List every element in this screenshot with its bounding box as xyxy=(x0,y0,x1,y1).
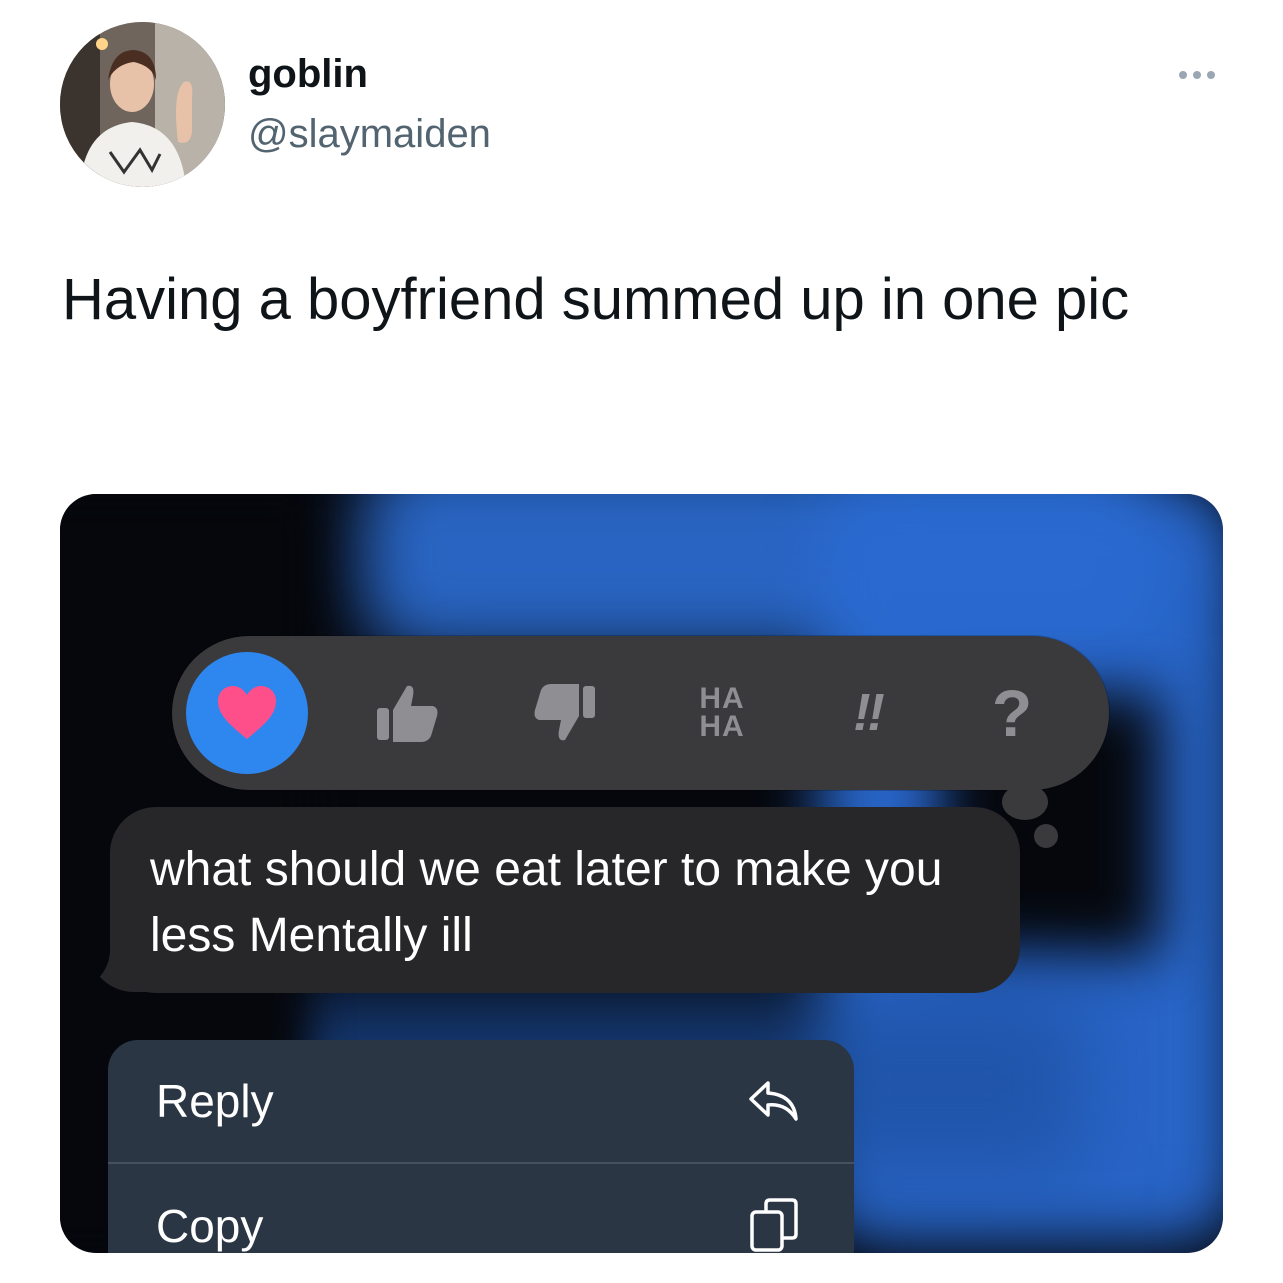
tweet-text: Having a boyfriend summed up in one pic xyxy=(62,267,1130,332)
heart-icon xyxy=(218,686,276,739)
profile-photo xyxy=(60,22,225,187)
haha-top-label: HA xyxy=(699,682,745,715)
tapback-bar: HA HA ‼ ? xyxy=(172,636,1109,790)
menu-item-label: Reply xyxy=(156,1075,274,1127)
tapback-like[interactable] xyxy=(368,676,448,750)
more-icon xyxy=(1179,71,1187,79)
user-handle[interactable]: @slaymaiden xyxy=(248,112,491,157)
avatar[interactable] xyxy=(60,22,225,187)
tapback-bubble-tail xyxy=(1002,784,1048,820)
reply-icon xyxy=(746,1073,802,1129)
tapback-question[interactable]: ? xyxy=(977,676,1047,750)
thumbs-down-icon xyxy=(534,684,595,741)
menu-item-reply[interactable]: Reply xyxy=(108,1040,854,1164)
display-name[interactable]: goblin xyxy=(248,52,368,97)
haha-bottom-label: HA xyxy=(699,710,745,743)
message-bubble[interactable]: what should we eat later to make you les… xyxy=(110,807,1020,993)
context-menu: Reply Copy xyxy=(108,1040,854,1253)
copy-icon xyxy=(746,1198,802,1253)
tapback-dislike[interactable] xyxy=(524,676,604,750)
menu-item-copy[interactable]: Copy xyxy=(108,1164,854,1253)
tapback-heart[interactable] xyxy=(186,652,308,774)
tapback-emphasize[interactable]: ‼ xyxy=(834,676,904,750)
tapback-haha[interactable]: HA HA xyxy=(677,676,767,750)
tweet-media-image[interactable]: HA HA ‼ ? what should we eat later to ma… xyxy=(60,494,1223,1253)
more-options-button[interactable] xyxy=(1172,60,1222,90)
menu-item-label: Copy xyxy=(156,1200,264,1252)
thumbs-up-icon xyxy=(377,685,438,742)
tweet-header: goblin @slaymaiden xyxy=(0,0,1283,200)
